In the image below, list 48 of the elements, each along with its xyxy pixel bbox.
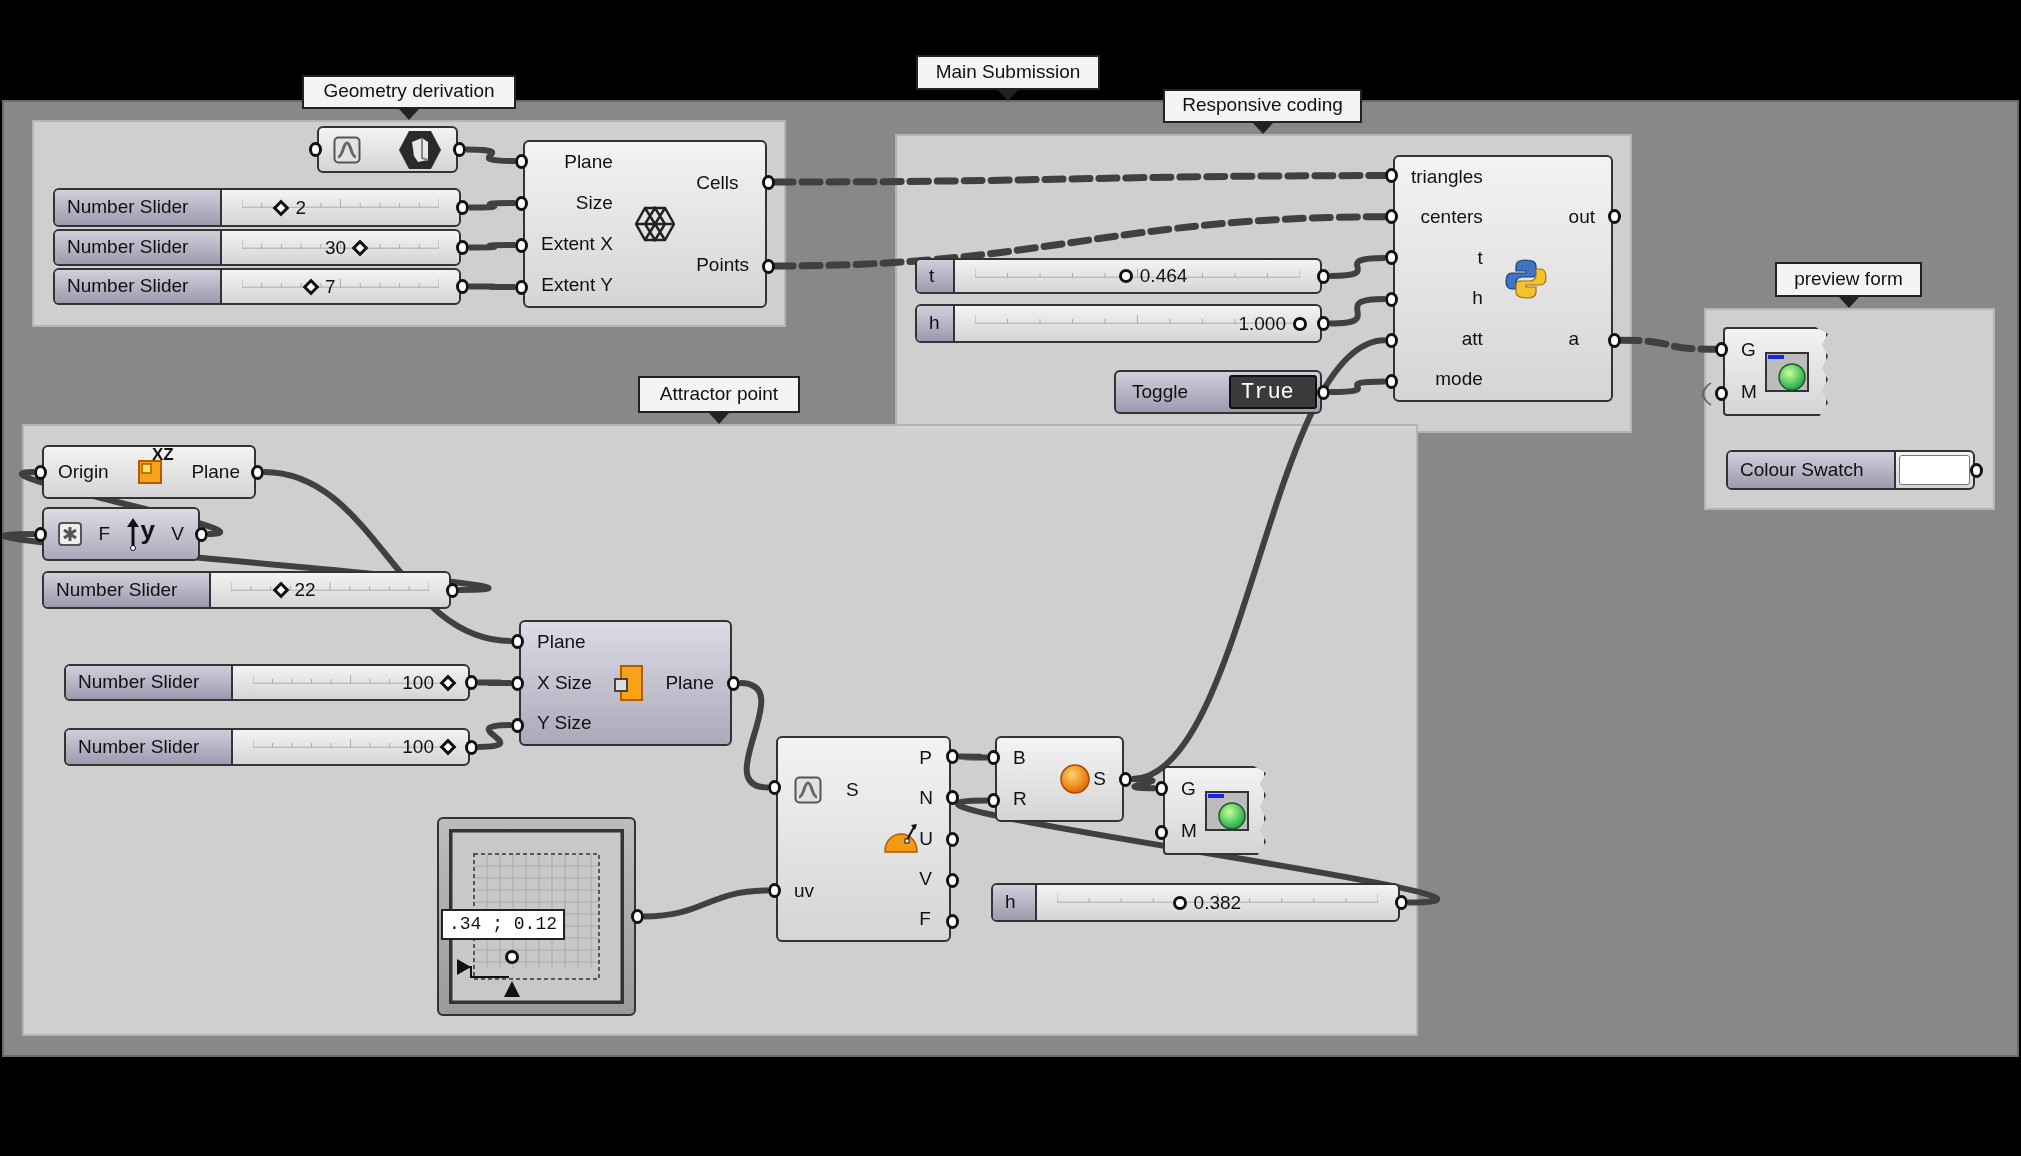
input-label: t [1477, 247, 1483, 269]
slider-value: .34 ; 0.12 [441, 909, 566, 940]
output-label: N [919, 788, 933, 810]
input-label: Plane [537, 631, 586, 653]
input-label: Origin [58, 459, 109, 484]
output-label: F [919, 909, 932, 931]
output-label: a [1568, 328, 1581, 350]
input-label: M [1741, 382, 1757, 404]
icon-label: y [140, 517, 155, 543]
input-label: Y Size [537, 713, 592, 735]
input-label: B [1013, 748, 1026, 769]
swatch-label: Colour Swatch [1728, 452, 1896, 488]
input-label: Size [575, 193, 613, 214]
group-label: preview form [1775, 262, 1922, 308]
input-label: triangles [1411, 166, 1483, 188]
input-label: Extent X [541, 234, 613, 255]
icon-label: XZ [152, 446, 174, 463]
input-label: centers [1420, 207, 1483, 229]
input-label: X Size [537, 672, 592, 694]
input-label: G [1181, 778, 1197, 800]
slider-value: 0.382 [1193, 890, 1242, 915]
group-label: Attractor point [638, 376, 800, 424]
output-label: out [1568, 207, 1595, 229]
output-label: S [1093, 768, 1106, 790]
input-label: att [1461, 328, 1483, 350]
output-label: Plane [191, 459, 240, 484]
output-label: V [171, 521, 184, 546]
input-label: G [1741, 339, 1757, 361]
input-label: uv [794, 880, 815, 902]
input-label: F [98, 521, 110, 546]
output-label: Plane [665, 672, 714, 694]
input-label: h [1472, 288, 1483, 310]
output-label: U [919, 828, 933, 850]
input-label: R [1013, 789, 1027, 810]
input-label: S [846, 779, 859, 801]
output-label: P [919, 747, 933, 769]
group-label: Main Submission [916, 55, 1100, 101]
toggle-label: Toggle [1131, 379, 1189, 404]
input-label: M [1181, 821, 1197, 843]
input-label: mode [1435, 369, 1483, 391]
slider-label: h [993, 885, 1037, 920]
output-label: Points [696, 254, 749, 276]
output-label: V [919, 868, 933, 890]
input-label: Plane [564, 152, 613, 173]
input-label: Extent Y [541, 275, 613, 296]
group-label: Geometry derivation [302, 75, 516, 120]
output-label: Cells [696, 172, 740, 194]
group-label: Responsive coding [1163, 89, 1362, 134]
